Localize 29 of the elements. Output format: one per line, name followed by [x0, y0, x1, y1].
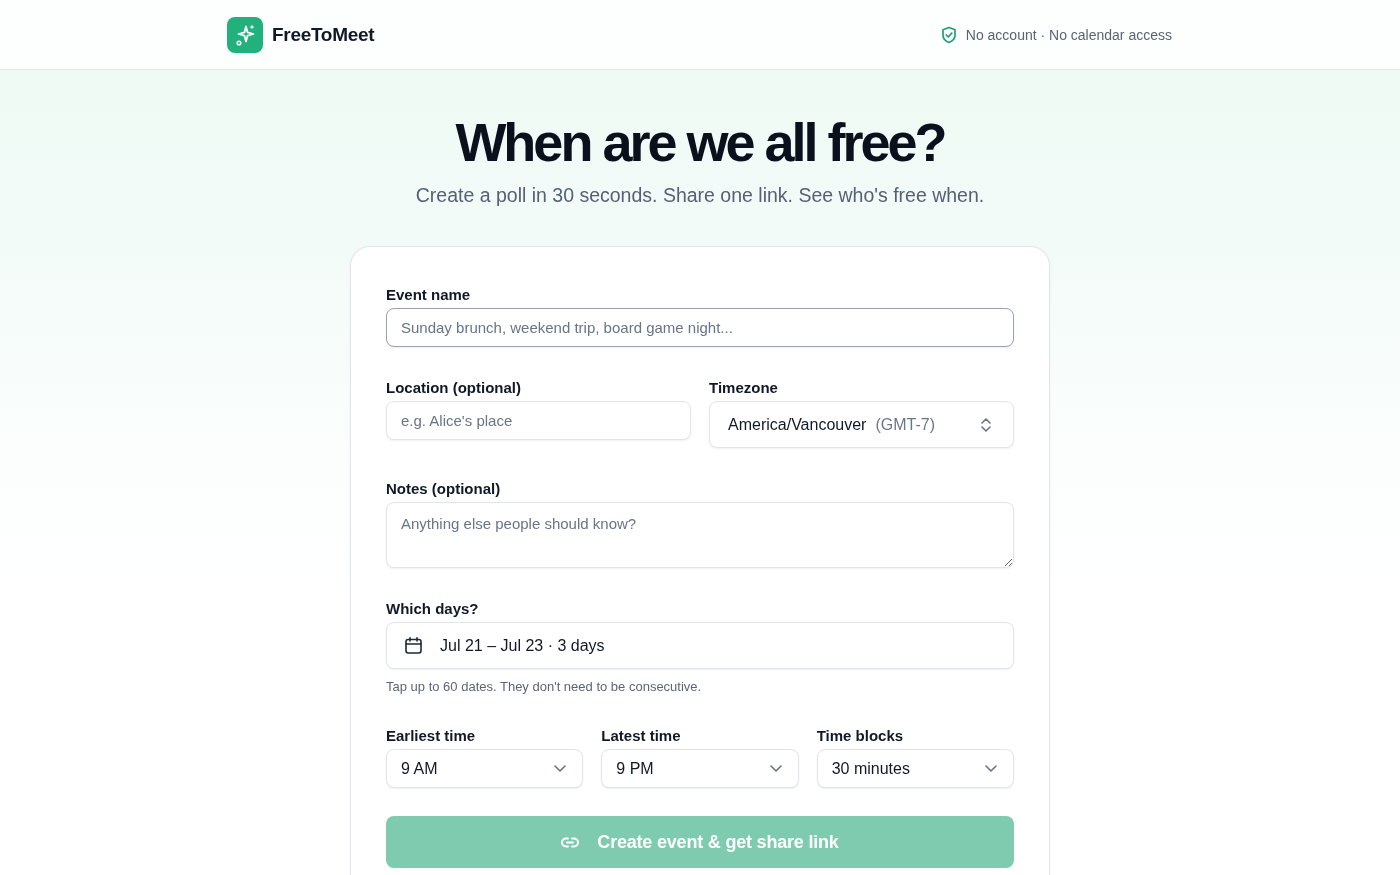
- notes-field[interactable]: Anything else people should know?: [386, 502, 1014, 568]
- date-picker-field[interactable]: Jul 21 – Jul 23 · 3 days: [386, 622, 1014, 669]
- brand-name[interactable]: FreeToMeet: [272, 23, 375, 46]
- chevron-down-icon: [769, 765, 782, 772]
- timezone-offset: (GMT-7): [875, 415, 935, 433]
- field-label: Latest time: [601, 727, 682, 745]
- field-hint: Tap up to 60 dates. They don't need to be consecutive.: [386, 679, 703, 695]
- timezone-select[interactable]: America/Vancouver (GMT-7): [709, 401, 1014, 448]
- dropdown-select[interactable]: 9 AM: [386, 749, 584, 788]
- page-title: When are we all free?: [454, 112, 946, 172]
- text-field[interactable]: Sunday brunch, weekend trip, board game night...: [386, 308, 1014, 347]
- sparkle-logo-icon[interactable]: [227, 16, 263, 53]
- field-label: Event name: [386, 286, 472, 304]
- page-subtitle: Create a poll in 30 seconds. Share one link. See who's free when.: [414, 183, 986, 208]
- field-label: Timezone: [709, 379, 779, 397]
- chevron-down-icon: [554, 765, 567, 772]
- field-label: Which days?: [386, 600, 480, 618]
- chevron-up-down-icon: [981, 417, 991, 432]
- privacy-note: No account · No calendar access: [965, 27, 1172, 43]
- dropdown-select[interactable]: 9 PM: [601, 749, 799, 788]
- dropdown-select[interactable]: 30 minutes: [816, 749, 1014, 788]
- field-label: Location (optional): [386, 379, 522, 397]
- shield-check-icon: [940, 26, 957, 44]
- chevron-down-icon: [985, 765, 997, 772]
- field-label: Earliest time: [386, 727, 477, 745]
- field-label: Notes (optional): [386, 480, 502, 498]
- field-label: Time blocks: [816, 727, 905, 745]
- calendar-icon: [405, 637, 422, 654]
- link-icon: [561, 836, 580, 848]
